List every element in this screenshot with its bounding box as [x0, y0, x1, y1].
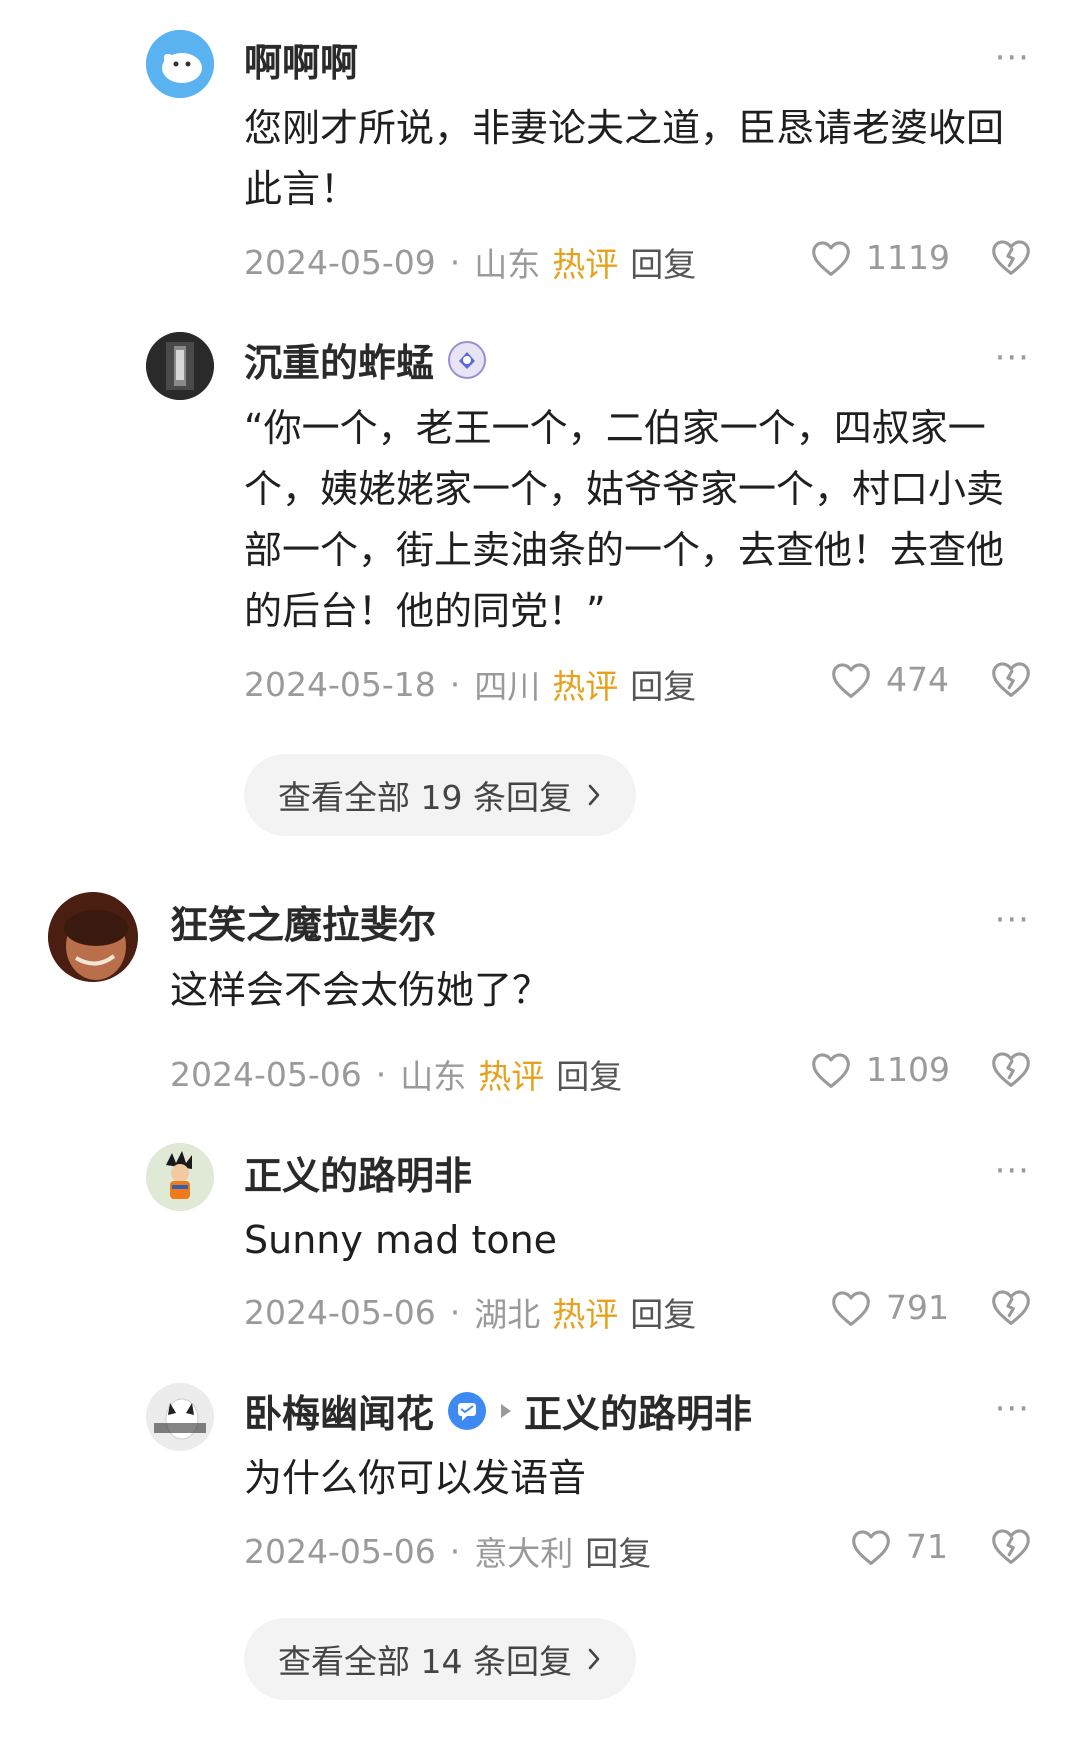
like-button[interactable]: 474 [830, 660, 949, 699]
heart-icon [852, 1529, 890, 1565]
avatar[interactable] [146, 332, 214, 400]
reply-button[interactable]: 回复 [630, 238, 696, 286]
separator: · [449, 664, 461, 704]
hot-badge: 热评 [552, 245, 619, 284]
view-all-replies-button[interactable]: 查看全部 19 条回复 [244, 754, 636, 836]
comment-meta: 2024-05-06 · 湖北 热评 回复 [244, 1288, 696, 1336]
avatar[interactable] [146, 1383, 214, 1451]
like-button[interactable]: 1119 [810, 238, 950, 277]
comment-location: 山东 [400, 1057, 467, 1096]
chevron-right-icon [588, 1648, 600, 1670]
reply-button[interactable]: 回复 [630, 660, 696, 708]
comment-date: 2024-05-06 [244, 1292, 436, 1332]
username[interactable]: 狂笑之魔拉斐尔 [170, 894, 436, 949]
comment-text: 这样会不会太伤她了？ [170, 968, 551, 1012]
avatar[interactable] [146, 30, 214, 98]
comment-location: 意大利 [474, 1534, 574, 1573]
level-badge-icon [446, 339, 488, 381]
heart-icon [832, 1290, 870, 1326]
username[interactable]: 正义的路明非 [244, 1145, 472, 1200]
reply-button[interactable]: 回复 [556, 1050, 622, 1098]
like-count: 71 [906, 1527, 948, 1566]
like-button[interactable]: 71 [850, 1527, 948, 1566]
like-count: 791 [886, 1288, 949, 1327]
comment-date: 2024-05-06 [244, 1531, 436, 1571]
comment-meta: 2024-05-18 · 四川 热评 回复 [244, 660, 696, 708]
view-all-label: 查看全部 19 条回复 [278, 778, 572, 817]
comment-location: 山东 [474, 245, 541, 284]
comment-date: 2024-05-18 [244, 664, 436, 704]
username[interactable]: 啊啊啊 [244, 32, 358, 87]
comment-location: 湖北 [474, 1295, 541, 1334]
username-text: 卧梅幽闻花 [244, 1392, 435, 1436]
reply-arrow-icon [498, 1401, 514, 1421]
like-count: 1109 [866, 1050, 950, 1089]
like-count: 1119 [866, 238, 950, 277]
comment-meta: 2024-05-06 · 意大利 回复 [244, 1527, 651, 1575]
hot-badge: 热评 [552, 1295, 619, 1334]
chevron-right-icon [588, 784, 600, 806]
heart-icon [832, 662, 870, 698]
like-button[interactable]: 1109 [810, 1050, 950, 1089]
broken-heart-icon[interactable] [990, 1288, 1032, 1330]
hot-badge: 热评 [478, 1057, 545, 1096]
avatar[interactable] [48, 892, 138, 982]
view-all-label: 查看全部 14 条回复 [278, 1642, 572, 1681]
broken-heart-icon[interactable] [990, 1527, 1032, 1569]
comment-text: Sunny mad tone [244, 1218, 558, 1262]
comment-meta: 2024-05-09 · 山东 热评 回复 [244, 238, 696, 286]
reply-button[interactable]: 回复 [630, 1288, 696, 1336]
username[interactable]: 卧梅幽闻花 正义的路明非 [244, 1383, 752, 1438]
comment-text: 为什么你可以发语音 [244, 1456, 587, 1500]
separator: · [449, 242, 461, 282]
separator: · [449, 1531, 461, 1571]
heart-icon [812, 1052, 850, 1088]
more-icon[interactable]: ··· [995, 1389, 1030, 1429]
broken-heart-icon[interactable] [990, 1050, 1032, 1092]
comment-text: 您刚才所说，非妻论夫之道，臣恳请老婆收回此言！ [244, 106, 1005, 211]
comment-location: 四川 [474, 667, 541, 706]
comment-meta: 2024-05-06 · 山东 热评 回复 [170, 1050, 622, 1098]
heart-icon [812, 240, 850, 276]
more-icon[interactable]: ··· [995, 1151, 1030, 1191]
avatar[interactable] [146, 1143, 214, 1211]
broken-heart-icon[interactable] [990, 660, 1032, 702]
view-all-replies-button[interactable]: 查看全部 14 条回复 [244, 1618, 636, 1700]
reply-button[interactable]: 回复 [585, 1527, 651, 1575]
more-icon[interactable]: ··· [995, 338, 1030, 378]
comment-date: 2024-05-06 [170, 1054, 362, 1094]
broken-heart-icon[interactable] [990, 238, 1032, 280]
hot-badge: 热评 [552, 667, 619, 706]
separator: · [375, 1054, 387, 1094]
like-button[interactable]: 791 [830, 1288, 949, 1327]
comment-date: 2024-05-09 [244, 242, 436, 282]
message-badge-icon [446, 1390, 488, 1432]
more-icon[interactable]: ··· [995, 38, 1030, 78]
reply-to-username[interactable]: 正义的路明非 [524, 1383, 752, 1438]
more-icon[interactable]: ··· [995, 900, 1030, 940]
like-count: 474 [886, 660, 949, 699]
username-text: 沉重的蚱蜢 [244, 341, 435, 385]
separator: · [449, 1292, 461, 1332]
comment-text: “你一个，老王一个，二伯家一个，四叔家一个，姨姥姥家一个，姑爷爷家一个，村口小卖… [244, 406, 1005, 633]
username[interactable]: 沉重的蚱蜢 [244, 332, 488, 387]
